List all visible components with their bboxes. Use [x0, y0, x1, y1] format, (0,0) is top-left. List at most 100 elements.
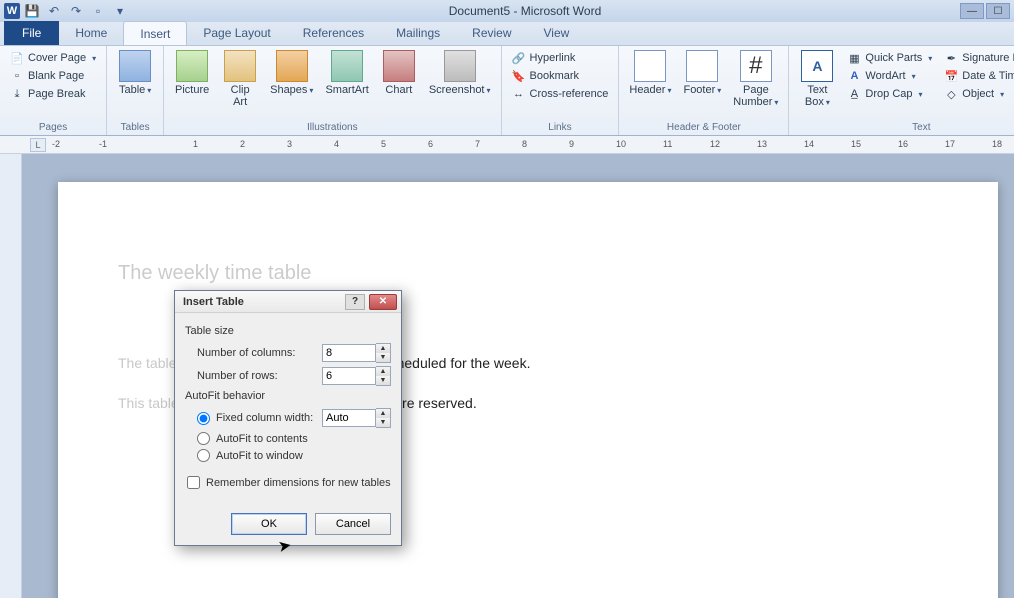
quickparts-button[interactable]: ▦Quick Parts▾ — [843, 50, 936, 66]
tab-review[interactable]: Review — [456, 21, 527, 45]
remember-dimensions-label: Remember dimensions for new tables — [206, 477, 391, 489]
chart-label: Chart — [385, 84, 412, 96]
fixed-width-up[interactable]: ▲ — [376, 409, 390, 418]
fixed-width-spinner: ▲▼ — [322, 408, 391, 428]
clipart-icon — [224, 50, 256, 82]
sigline-label: Signature Line — [962, 52, 1014, 64]
hyperlink-button[interactable]: 🔗Hyperlink — [508, 50, 613, 66]
screenshot-icon — [444, 50, 476, 82]
tab-page-layout[interactable]: Page Layout — [187, 21, 286, 45]
crossref-label: Cross-reference — [530, 88, 609, 100]
num-columns-down[interactable]: ▼ — [376, 353, 390, 362]
wordart-label: WordArt — [865, 70, 905, 82]
object-button[interactable]: ◇Object▾ — [940, 86, 1014, 102]
page-scroll[interactable]: The weekly time table The table above de… — [22, 154, 1014, 598]
dropcap-button[interactable]: A̲Drop Cap▾ — [843, 86, 936, 102]
screenshot-button[interactable]: Screenshot▾ — [425, 48, 495, 96]
doc-title: The weekly time table — [118, 262, 938, 285]
group-links: 🔗Hyperlink 🔖Bookmark ↔Cross-reference Li… — [502, 46, 620, 135]
qat-customize[interactable]: ▾ — [110, 2, 130, 20]
cancel-button[interactable]: Cancel — [315, 513, 391, 535]
fixed-width-radio[interactable] — [197, 412, 210, 425]
titlebar: W 💾 ↶ ↷ ▫ ▾ Document5 - Microsoft Word —… — [0, 0, 1014, 22]
group-header-footer: Header▾ Footer▾ #Page Number▾ Header & F… — [619, 46, 789, 135]
app-icon: W — [4, 3, 20, 19]
num-columns-input[interactable] — [322, 344, 376, 362]
textbox-label: Text Box — [805, 84, 828, 108]
group-text: AText Box▾ ▦Quick Parts▾ AWordArt▾ A̲Dro… — [789, 46, 1014, 135]
shapes-label: Shapes — [270, 84, 307, 96]
signature-line-button[interactable]: ✒Signature Line▾ — [940, 50, 1014, 66]
qat-new[interactable]: ▫ — [88, 2, 108, 20]
maximize-button[interactable]: ☐ — [986, 3, 1010, 19]
dialog-title: Insert Table — [183, 296, 244, 308]
picture-label: Picture — [175, 84, 209, 96]
window-title: Document5 - Microsoft Word — [130, 4, 960, 18]
textbox-button[interactable]: AText Box▾ — [795, 48, 839, 108]
num-rows-input[interactable] — [322, 367, 376, 385]
shapes-button[interactable]: Shapes▾ — [266, 48, 317, 96]
tab-references[interactable]: References — [287, 21, 380, 45]
footer-button[interactable]: Footer▾ — [679, 48, 725, 96]
vertical-ruler[interactable] — [0, 154, 22, 598]
autofit-window-label: AutoFit to window — [216, 450, 303, 462]
tab-view[interactable]: View — [528, 21, 586, 45]
header-label: Header — [629, 84, 665, 96]
dialog-titlebar[interactable]: Insert Table ? ✕ — [175, 291, 401, 313]
smartart-label: SmartArt — [325, 84, 368, 96]
insert-table-dialog: Insert Table ? ✕ Table size Number of co… — [174, 290, 402, 546]
dialog-help-button[interactable]: ? — [345, 294, 365, 310]
dialog-close-button[interactable]: ✕ — [369, 294, 397, 310]
cross-reference-button[interactable]: ↔Cross-reference — [508, 86, 613, 102]
num-rows-down[interactable]: ▼ — [376, 376, 390, 385]
smartart-button[interactable]: SmartArt — [321, 48, 372, 96]
wordart-button[interactable]: AWordArt▾ — [843, 68, 936, 84]
dialog-buttons: OK Cancel — [175, 507, 401, 545]
page-break-label: Page Break — [28, 88, 85, 100]
object-label: Object — [962, 88, 994, 100]
minimize-button[interactable]: — — [960, 3, 984, 19]
blank-page-button[interactable]: ▫Blank Page — [6, 68, 100, 84]
qat-undo[interactable]: ↶ — [44, 2, 64, 20]
group-tables: Table▾ Tables — [107, 46, 164, 135]
dialog-body: Table size Number of columns: ▲▼ Number … — [175, 313, 401, 507]
group-text-label: Text — [795, 121, 1014, 135]
chart-button[interactable]: Chart — [377, 48, 421, 96]
table-button[interactable]: Table▾ — [113, 48, 157, 96]
section-table-size: Table size — [185, 325, 391, 337]
ruler-corner[interactable]: L — [30, 138, 46, 152]
picture-button[interactable]: Picture — [170, 48, 214, 96]
ribbon-tabstrip: File Home Insert Page Layout References … — [0, 22, 1014, 46]
horizontal-ruler[interactable]: L -2-1123456789101112131415161718 — [0, 136, 1014, 154]
date-time-button[interactable]: 📅Date & Time — [940, 68, 1014, 84]
tab-mailings[interactable]: Mailings — [380, 21, 456, 45]
tab-home[interactable]: Home — [59, 21, 123, 45]
file-tab[interactable]: File — [4, 21, 59, 45]
fixed-width-down[interactable]: ▼ — [376, 418, 390, 427]
ok-button[interactable]: OK — [231, 513, 307, 535]
group-illustrations: Picture Clip Art Shapes▾ SmartArt Chart … — [164, 46, 501, 135]
fixed-width-input[interactable] — [322, 409, 376, 427]
page-break-button[interactable]: ⤓Page Break — [6, 86, 100, 102]
header-button[interactable]: Header▾ — [625, 48, 675, 96]
group-headerfooter-label: Header & Footer — [625, 121, 782, 135]
qat-redo[interactable]: ↷ — [66, 2, 86, 20]
window-controls: — ☐ — [960, 3, 1014, 19]
fixed-width-label: Fixed column width: — [216, 412, 316, 424]
word-window: W 💾 ↶ ↷ ▫ ▾ Document5 - Microsoft Word —… — [0, 0, 1014, 598]
page-number-button[interactable]: #Page Number▾ — [729, 48, 782, 108]
qat-save[interactable]: 💾 — [22, 2, 42, 20]
group-pages: 📄Cover Page▾ ▫Blank Page ⤓Page Break Pag… — [0, 46, 107, 135]
pagenum-label: Page Number — [733, 84, 772, 108]
cover-page-button[interactable]: 📄Cover Page▾ — [6, 50, 100, 66]
num-columns-up[interactable]: ▲ — [376, 344, 390, 353]
remember-dimensions-checkbox[interactable] — [187, 476, 200, 489]
bookmark-button[interactable]: 🔖Bookmark — [508, 68, 613, 84]
tab-insert[interactable]: Insert — [123, 21, 187, 45]
autofit-contents-radio[interactable] — [197, 432, 210, 445]
autofit-window-radio[interactable] — [197, 449, 210, 462]
clipart-button[interactable]: Clip Art — [218, 48, 262, 108]
group-links-label: Links — [508, 121, 613, 135]
num-rows-up[interactable]: ▲ — [376, 367, 390, 376]
num-columns-label: Number of columns: — [197, 347, 322, 359]
